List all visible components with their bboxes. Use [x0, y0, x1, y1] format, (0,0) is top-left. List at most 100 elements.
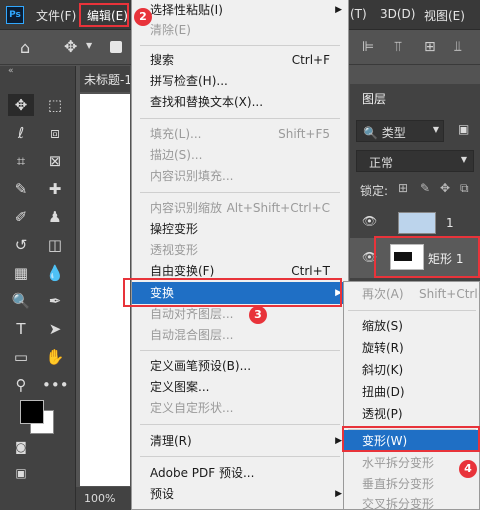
submenu-item-perspective[interactable]: 透视(P): [344, 403, 480, 425]
menu-item-paste-special[interactable]: 选择性粘贴(I) ▶: [132, 0, 348, 20]
layers-panel-title[interactable]: 图层: [362, 90, 386, 107]
document-tab[interactable]: 未标题-1: [80, 66, 130, 92]
submenu-arrow-icon: ▶: [335, 436, 342, 446]
submenu-item-distort[interactable]: 扭曲(D): [344, 381, 480, 403]
menu-item-stroke: 描边(S)...: [132, 145, 348, 165]
image-filter-icon[interactable]: ▣: [458, 122, 469, 136]
annotation-box-warp: [342, 426, 480, 452]
type-tool-icon[interactable]: T: [8, 318, 34, 340]
menu-item-define-shape: 定义自定形状...: [132, 398, 348, 418]
dodge-tool-icon[interactable]: 🔍: [8, 290, 34, 312]
align-bottom-icon[interactable]: ⫫: [454, 39, 462, 55]
annotation-box-transform: [123, 278, 342, 307]
menu-item-search[interactable]: 搜索 Ctrl+F: [132, 50, 348, 70]
screen-mode-icon[interactable]: ▣: [8, 462, 34, 484]
menu-item-puppet-warp[interactable]: 操控变形: [132, 219, 348, 239]
stamp-tool-icon[interactable]: ♟: [42, 206, 68, 228]
menu-item-label: 定义自定形状...: [150, 401, 234, 415]
menu-item-label: 拼写检查(H)...: [150, 74, 228, 88]
menu-item-find-replace[interactable]: 查找和替换文本(X)...: [132, 92, 348, 112]
lock-position-icon[interactable]: ✥: [440, 181, 450, 195]
submenu-arrow-icon: ▶: [335, 5, 342, 15]
align-top-icon[interactable]: ⫪: [394, 39, 402, 55]
submenu-item-skew[interactable]: 斜切(K): [344, 359, 480, 381]
transform-submenu: 再次(A) Shift+Ctrl+ 缩放(S) 旋转(R) 斜切(K) 扭曲(D)…: [343, 281, 480, 510]
marquee-tool-icon[interactable]: ⬚: [42, 94, 68, 116]
quick-mask-icon[interactable]: ◙: [8, 436, 34, 458]
menu-file[interactable]: 文件(F): [36, 7, 76, 24]
submenu-arrow-icon: ▶: [335, 489, 342, 499]
zoom-tool-icon[interactable]: ⚲: [8, 374, 34, 396]
menu-item-label: 填充(L)...: [150, 127, 202, 141]
step-badge-3: 3: [249, 306, 267, 324]
hand-tool-icon[interactable]: ✋: [42, 346, 68, 368]
chevron-down-icon: ▼: [460, 155, 467, 164]
move-tool-icon[interactable]: ✥: [8, 94, 34, 116]
annotation-box-layer: [374, 236, 480, 278]
object-select-icon[interactable]: ⧈: [42, 122, 68, 144]
move-tool-icon[interactable]: ✥: [64, 37, 77, 56]
search-icon: 🔍: [363, 126, 378, 140]
pen-tool-icon[interactable]: ✒: [42, 290, 68, 312]
rectangle-tool-icon[interactable]: ▭: [8, 346, 34, 368]
more-tools-icon[interactable]: •••: [42, 374, 69, 396]
menu-item-spell-check[interactable]: 拼写检查(H)...: [132, 71, 348, 91]
menu-item-define-brush[interactable]: 定义画笔预设(B)...: [132, 356, 348, 376]
foreground-color-swatch[interactable]: [20, 400, 44, 424]
edit-menu: 选择性粘贴(I) ▶ 清除(E) 搜索 Ctrl+F 拼写检查(H)... 查找和替…: [131, 0, 349, 510]
menu-item-presets[interactable]: 预设 ▶: [132, 484, 348, 504]
menu-item-label: 操控变形: [150, 222, 199, 236]
collapse-icon[interactable]: «: [8, 66, 14, 76]
menu-item-purge[interactable]: 清理(R) ▶: [132, 431, 348, 451]
align-left-icon[interactable]: ⊫: [362, 39, 374, 55]
menu-type[interactable]: (T): [350, 7, 367, 21]
menu-item-define-pattern[interactable]: 定义图案...: [132, 377, 348, 397]
layer-row[interactable]: 👁 1: [350, 208, 480, 236]
auto-select-checkbox[interactable]: [110, 41, 122, 53]
menu-item-label: 再次(A): [362, 287, 404, 301]
photoshop-logo: Ps: [6, 6, 24, 24]
blend-mode-select[interactable]: 正常 ▼: [356, 150, 474, 172]
menu-item-label: 查找和替换文本(X)...: [150, 95, 264, 109]
home-icon[interactable]: ⌂: [20, 38, 30, 57]
healing-brush-icon[interactable]: ✚: [42, 178, 68, 200]
eraser-tool-icon[interactable]: ◫: [42, 234, 68, 256]
crop-tool-icon[interactable]: ⌗: [8, 150, 34, 172]
lock-artboard-icon[interactable]: ⧉: [460, 181, 469, 196]
menu-item-adobe-pdf-presets[interactable]: Adobe PDF 预设...: [132, 463, 348, 483]
menu-3d[interactable]: 3D(D): [380, 7, 415, 21]
menu-view[interactable]: 视图(E): [424, 7, 465, 24]
history-brush-icon[interactable]: ↺: [8, 234, 34, 256]
submenu-item-again: 再次(A) Shift+Ctrl+: [344, 283, 480, 305]
gradient-tool-icon[interactable]: ▦: [8, 262, 34, 284]
menu-item-label: 自由变换(F): [150, 264, 215, 278]
blur-tool-icon[interactable]: 💧: [42, 262, 68, 284]
layer-filter-select[interactable]: 🔍 类型 ▼: [356, 120, 444, 142]
step-badge-4: 4: [459, 460, 477, 478]
frame-tool-icon[interactable]: ⊠: [42, 150, 68, 172]
submenu-item-scale[interactable]: 缩放(S): [344, 315, 480, 337]
align-vcenter-icon[interactable]: ⊞: [424, 39, 436, 55]
lock-pixels-icon[interactable]: ✎: [420, 181, 430, 195]
path-select-icon[interactable]: ➤: [42, 318, 68, 340]
menu-item-label: 清除(E): [150, 23, 191, 37]
submenu-item-rotate[interactable]: 旋转(R): [344, 337, 480, 359]
menu-item-label: 缩放(S): [362, 319, 403, 333]
menu-shortcut: Shift+F5: [278, 127, 330, 141]
chevron-down-icon[interactable]: ▼: [86, 41, 92, 50]
menu-item-auto-align: 自动对齐图层...: [132, 304, 348, 324]
layer-name[interactable]: 1: [446, 216, 454, 230]
menu-item-label: 自动混合图层...: [150, 328, 234, 342]
brush-tool-icon[interactable]: ✐: [8, 206, 34, 228]
menu-divider: [348, 310, 476, 311]
menu-item-label: 描边(S)...: [150, 148, 203, 162]
menu-shortcut: Ctrl+F: [291, 53, 330, 67]
menu-item-label: 斜切(K): [362, 363, 404, 377]
menu-divider: [140, 192, 340, 193]
lock-transparency-icon[interactable]: ⊞: [398, 181, 408, 195]
visibility-eye-icon[interactable]: 👁: [362, 214, 377, 228]
eyedropper-icon[interactable]: ✎: [8, 178, 34, 200]
lasso-tool-icon[interactable]: ℓ: [8, 122, 34, 144]
menu-item-label: Adobe PDF 预设...: [150, 466, 255, 480]
tools-panel: « ✥ ⬚ ℓ ⧈ ⌗ ⊠ ✎ ✚ ✐ ♟ ↺ ◫ ▦ 💧 🔍 ✒ T ➤ ▭ …: [0, 66, 76, 510]
